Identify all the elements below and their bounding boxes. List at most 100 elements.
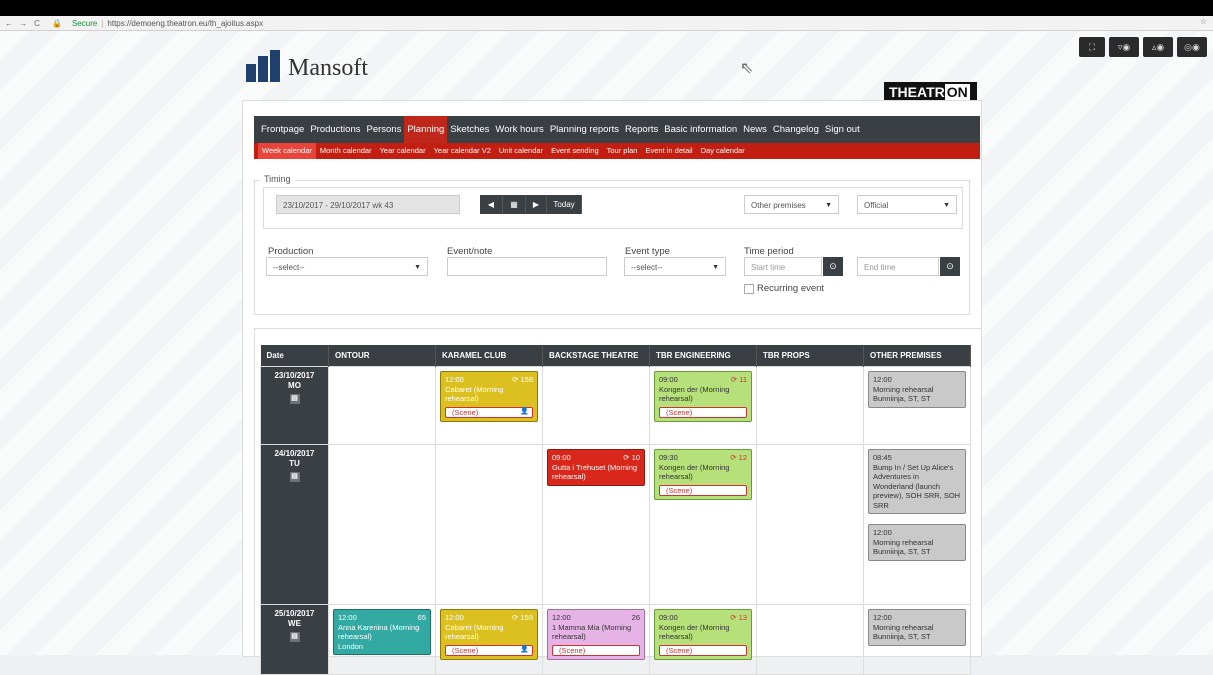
- start-time-input[interactable]: Start time: [744, 257, 822, 276]
- calendar-icon[interactable]: ▦: [503, 195, 526, 214]
- view-icon[interactable]: ▿◉: [1109, 37, 1139, 57]
- event-time: 12:00: [552, 613, 571, 622]
- nav-productions[interactable]: Productions: [307, 116, 363, 143]
- event-card[interactable]: 12:00 Morning rehearsal Bunniinja, ST, S…: [868, 371, 966, 408]
- ontour-cell[interactable]: [328, 444, 436, 605]
- other-premises-cell[interactable]: 08:45 Bump In / Set Up Alice's Adventure…: [863, 444, 971, 605]
- scene-tag[interactable]: (Scene): [659, 406, 747, 418]
- recurring-checkbox[interactable]: [744, 284, 754, 294]
- production-select[interactable]: --select-- ▼: [266, 257, 428, 276]
- next-week-icon[interactable]: ▶: [526, 195, 547, 214]
- subnav-event-sending[interactable]: Event sending: [547, 143, 603, 159]
- event-card[interactable]: 12:00 26 1 Mamma Mia (Morning rehearsal)…: [547, 609, 645, 660]
- karamel-cell[interactable]: [435, 444, 543, 605]
- event-card[interactable]: 12:00 ⟳ 158 Cabaret (Morning rehearsal) …: [440, 371, 538, 422]
- start-clock-icon[interactable]: ⊙: [823, 257, 843, 276]
- tbr-props-cell[interactable]: [756, 366, 864, 445]
- premises-select[interactable]: Other premises ▼: [744, 195, 839, 214]
- nav-basic-information[interactable]: Basic information: [661, 116, 740, 143]
- status-select[interactable]: Official ▼: [857, 195, 957, 214]
- event-card[interactable]: 12:00 Morning rehearsal Bunniinja, ST, S…: [868, 609, 966, 646]
- main-nav: Frontpage Productions Persons Planning S…: [254, 116, 980, 143]
- address-bar[interactable]: ← → C 🔒 Secure | https://demoeng.theatro…: [0, 16, 1213, 31]
- event-number: ⟳ 13: [730, 613, 747, 622]
- person-icon[interactable]: 👤: [520, 645, 529, 655]
- subnav-event-in-detail[interactable]: Event in detail: [641, 143, 696, 159]
- backstage-cell[interactable]: 12:00 26 1 Mamma Mia (Morning rehearsal)…: [542, 604, 650, 675]
- today-button[interactable]: Today: [547, 195, 582, 214]
- event-card[interactable]: 12:00 65 Anna Karenina (Morning rehearsa…: [333, 609, 431, 655]
- day-view-icon[interactable]: ▤: [289, 394, 300, 404]
- subnav-unit-calendar[interactable]: Unit calendar: [495, 143, 547, 159]
- event-card[interactable]: 09:00 ⟳ 11 Kongen der (Morning rehearsal…: [654, 371, 752, 422]
- forward-icon[interactable]: →: [18, 19, 28, 28]
- tbr-engineering-cell[interactable]: 09:00 ⟳ 13 Kongen der (Morning rehearsal…: [649, 604, 757, 675]
- event-card[interactable]: 12:00 ⟳ 159 Cabaret (Morning rehearsal) …: [440, 609, 538, 660]
- other-premises-cell[interactable]: 12:00 Morning rehearsal Bunniinja, ST, S…: [863, 366, 971, 445]
- nav-persons[interactable]: Persons: [363, 116, 404, 143]
- subnav-year-calendar-v2[interactable]: Year calendar V2: [430, 143, 495, 159]
- table-row: 25/10/2017 WE ▤ 12:00 65 Anna Karenina (…: [260, 604, 971, 675]
- ontour-cell[interactable]: 12:00 65 Anna Karenina (Morning rehearsa…: [328, 604, 436, 675]
- fullscreen-icon[interactable]: ⛶: [1079, 37, 1105, 57]
- subnav-day-calendar[interactable]: Day calendar: [697, 143, 749, 159]
- nav-reports[interactable]: Reports: [622, 116, 661, 143]
- nav-sign-out[interactable]: Sign out: [822, 116, 863, 143]
- event-title: Anna Karenina (Morning rehearsal): [338, 622, 420, 642]
- event-card[interactable]: 12:00 Morning rehearsal Bunniinja, ST, S…: [868, 524, 966, 561]
- day-view-icon[interactable]: ▤: [289, 632, 300, 642]
- end-clock-icon[interactable]: ⊙: [940, 257, 960, 276]
- scene-tag[interactable]: (Scene): [659, 644, 747, 656]
- overlay-toolbar: ⛶ ▿◉ ▵◉ ◎◉: [1079, 37, 1207, 57]
- event-time: 09:30: [659, 453, 678, 462]
- event-type-select[interactable]: --select-- ▼: [624, 257, 726, 276]
- event-number: 26: [631, 613, 640, 622]
- nav-news[interactable]: News: [740, 116, 770, 143]
- tbr-engineering-cell[interactable]: 09:30 ⟳ 12 Kongen der (Morning rehearsal…: [649, 444, 757, 605]
- event-card[interactable]: 08:45 Bump In / Set Up Alice's Adventure…: [868, 449, 966, 514]
- nav-sketches[interactable]: Sketches: [447, 116, 492, 143]
- scene-tag[interactable]: (Scene): [552, 644, 640, 656]
- karamel-cell[interactable]: 12:00 ⟳ 159 Cabaret (Morning rehearsal) …: [435, 604, 543, 675]
- nav-frontpage[interactable]: Frontpage: [258, 116, 307, 143]
- nav-planning-reports[interactable]: Planning reports: [547, 116, 622, 143]
- nav-changelog[interactable]: Changelog: [770, 116, 822, 143]
- event-card[interactable]: 09:00 ⟳ 10 Gutta i Trehuset (Morning reh…: [547, 449, 645, 486]
- prev-week-icon[interactable]: ◀: [480, 195, 503, 214]
- back-icon[interactable]: ←: [4, 19, 14, 28]
- subnav-year-calendar[interactable]: Year calendar: [376, 143, 430, 159]
- secure-label: Secure: [71, 18, 98, 28]
- event-title: Kongen der (Morning rehearsal): [659, 622, 730, 642]
- nav-planning[interactable]: Planning: [404, 116, 448, 143]
- subnav-month-calendar[interactable]: Month calendar: [316, 143, 376, 159]
- event-note-input[interactable]: [447, 257, 607, 276]
- subnav-week-calendar[interactable]: Week calendar: [258, 143, 316, 159]
- tbr-props-cell[interactable]: [756, 444, 864, 605]
- tbr-props-cell[interactable]: [756, 604, 864, 675]
- separator: |: [101, 18, 104, 28]
- event-card[interactable]: 09:00 ⟳ 13 Kongen der (Morning rehearsal…: [654, 609, 752, 660]
- star-icon[interactable]: ☆: [1200, 17, 1207, 26]
- nav-work-hours[interactable]: Work hours: [492, 116, 546, 143]
- view-both-icon[interactable]: ◎◉: [1177, 37, 1207, 57]
- event-title: Bump In / Set Up Alice's Adventures in W…: [873, 462, 961, 510]
- scene-tag[interactable]: (Scene): [659, 484, 747, 496]
- view-alt-icon[interactable]: ▵◉: [1143, 37, 1173, 57]
- day-view-icon[interactable]: ▤: [289, 472, 300, 482]
- subnav-tour-plan[interactable]: Tour plan: [603, 143, 642, 159]
- event-card[interactable]: 09:30 ⟳ 12 Kongen der (Morning rehearsal…: [654, 449, 752, 500]
- ontour-cell[interactable]: [328, 366, 436, 445]
- backstage-cell[interactable]: [542, 366, 650, 445]
- time-period-label: Time period: [744, 246, 794, 257]
- url-text[interactable]: https://demoeng.theatron.eu/th_ajoitus.a…: [107, 19, 263, 28]
- table-row: 24/10/2017 TU ▤ 09:00 ⟳ 10 Gutta i Trehu…: [260, 444, 971, 605]
- end-time-input[interactable]: End time: [857, 257, 939, 276]
- reload-icon[interactable]: C: [32, 19, 42, 28]
- date-range-field[interactable]: 23/10/2017 - 29/10/2017 wk 43: [276, 195, 460, 214]
- person-icon[interactable]: 👤: [520, 407, 529, 417]
- tbr-engineering-cell[interactable]: 09:00 ⟳ 11 Kongen der (Morning rehearsal…: [649, 366, 757, 445]
- col-backstage-theatre: BACKSTAGE THEATRE: [542, 345, 650, 367]
- other-premises-cell[interactable]: 12:00 Morning rehearsal Bunniinja, ST, S…: [863, 604, 971, 675]
- karamel-cell[interactable]: 12:00 ⟳ 158 Cabaret (Morning rehearsal) …: [435, 366, 543, 445]
- backstage-cell[interactable]: 09:00 ⟳ 10 Gutta i Trehuset (Morning reh…: [542, 444, 650, 605]
